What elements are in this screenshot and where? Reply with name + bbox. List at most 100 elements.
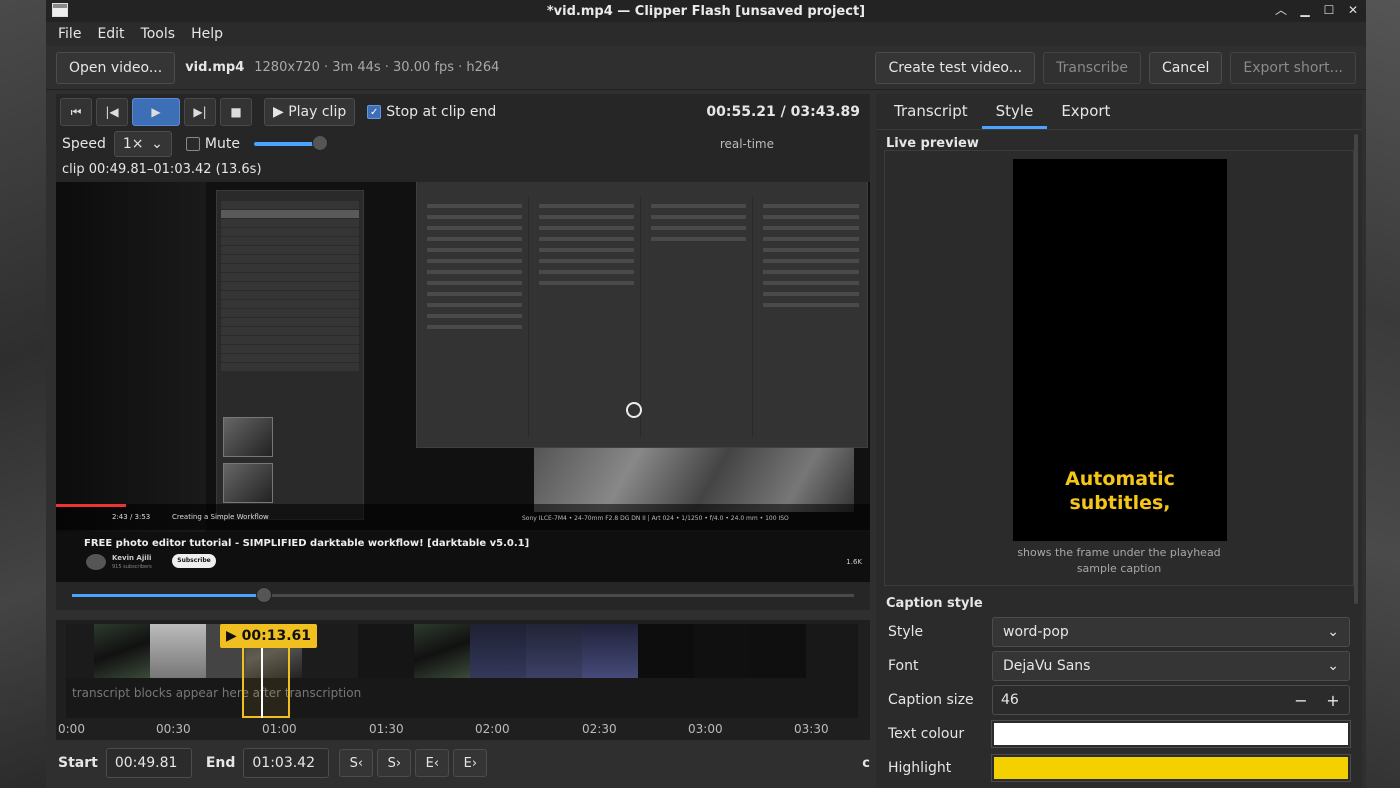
caption-style-title: Caption style xyxy=(886,596,983,611)
tick-label: 02:30 xyxy=(582,722,617,736)
open-video-button[interactable]: Open video... xyxy=(56,51,176,84)
end-nudge-forward-button[interactable]: E› xyxy=(453,749,488,777)
desktop-background-left xyxy=(0,0,46,788)
menu-help[interactable]: Help xyxy=(185,26,233,42)
menu-file[interactable]: File xyxy=(52,26,91,42)
highlight-colour-swatch[interactable] xyxy=(991,754,1351,782)
play-clip-button[interactable]: ▶ Play clip xyxy=(264,98,356,126)
preview-caption-line-2: subtitles, xyxy=(1069,492,1171,514)
collapse-icon[interactable]: ︿ xyxy=(1274,2,1288,18)
caption-size-row: Caption size 46 − + xyxy=(876,683,1362,717)
tab-style[interactable]: Style xyxy=(981,102,1048,129)
next-frame-icon: ▶| xyxy=(193,105,207,119)
video-embedded-info: FREE photo editor tutorial - SIMPLIFIED … xyxy=(56,532,870,582)
transport-bar: ⏮ |◀ ▶ ▶| ■ ▶ Play clip ✓ Stop at clip e… xyxy=(56,94,870,130)
volume-slider[interactable] xyxy=(253,135,328,151)
menu-edit[interactable]: Edit xyxy=(91,26,134,42)
chevron-down-icon: ⌄ xyxy=(1327,658,1339,674)
tab-transcript[interactable]: Transcript xyxy=(880,102,982,129)
end-time-field[interactable]: 01:03.42 xyxy=(243,748,330,778)
menu-bar: File Edit Tools Help xyxy=(46,22,1366,46)
next-frame-button[interactable]: ▶| xyxy=(184,98,216,126)
video-embedded-controls: 2:43 / 3:53 Creating a Simple Workflow S… xyxy=(56,504,870,530)
caption-size-spinner[interactable]: 46 − + xyxy=(992,685,1350,715)
stop-icon: ■ xyxy=(230,105,242,119)
text-colour-label: Text colour xyxy=(888,726,965,742)
video-thumbnail-2 xyxy=(223,463,273,503)
video-frame[interactable]: 2:43 / 3:53 Creating a Simple Workflow S… xyxy=(56,182,870,610)
player-pane: ⏮ |◀ ▶ ▶| ■ ▶ Play clip ✓ Stop at clip e… xyxy=(56,94,870,788)
file-meta: 1280x720 · 3m 44s · 30.00 fps · h264 xyxy=(254,60,500,75)
chevron-down-icon: ⌄ xyxy=(151,136,163,152)
side-panel-scrollbar[interactable] xyxy=(1354,134,1358,604)
style-label: Style xyxy=(888,624,924,640)
speed-select[interactable]: 1× ⌄ xyxy=(113,131,172,157)
maximize-icon[interactable]: ☐ xyxy=(1322,2,1336,18)
speed-row: Speed 1× ⌄ Mute real-time xyxy=(56,130,870,158)
stop-button[interactable]: ■ xyxy=(220,98,252,126)
video-embedded-title: FREE photo editor tutorial - SIMPLIFIED … xyxy=(84,538,530,549)
start-nudge-forward-button[interactable]: S› xyxy=(377,749,412,777)
end-nudge-back-button[interactable]: E‹ xyxy=(415,749,450,777)
font-row: Font DejaVu Sans ⌄ xyxy=(876,649,1362,683)
title-bar: *vid.mp4 — Clipper Flash [unsaved projec… xyxy=(46,0,1366,22)
end-label: End xyxy=(205,755,236,771)
desktop-background-right xyxy=(1366,0,1400,788)
preview-note-line-2: sample caption xyxy=(1076,562,1162,575)
live-preview: Automatic subtitles, shows the frame und… xyxy=(884,150,1354,586)
stop-at-clip-end-checkbox[interactable]: ✓ Stop at clip end xyxy=(367,104,496,120)
vertical-preview: Automatic subtitles, xyxy=(1013,159,1227,541)
video-photo-preview xyxy=(534,448,854,512)
transcribe-button[interactable]: Transcribe xyxy=(1043,51,1141,84)
video-embedded-subscribe: Subscribe xyxy=(172,554,216,568)
minus-icon[interactable]: − xyxy=(1285,691,1317,710)
video-embedded-likes: 1.6K xyxy=(846,558,862,566)
tab-export[interactable]: Export xyxy=(1047,102,1124,129)
cancel-button[interactable]: Cancel xyxy=(1148,51,1223,84)
main-toolbar: Open video... vid.mp4 1280x720 · 3m 44s … xyxy=(46,46,1366,90)
caption-size-value[interactable]: 46 xyxy=(1001,692,1285,708)
menu-tools[interactable]: Tools xyxy=(135,26,186,42)
font-value: DejaVu Sans xyxy=(1003,658,1091,674)
preview-caption-line-1: Automatic xyxy=(1065,468,1175,490)
font-select[interactable]: DejaVu Sans ⌄ xyxy=(992,651,1350,681)
play-button[interactable]: ▶ xyxy=(132,98,180,126)
style-select[interactable]: word-pop ⌄ xyxy=(992,617,1350,647)
transcript-track[interactable]: transcript blocks appear here after tran… xyxy=(66,678,858,718)
start-time-field[interactable]: 00:49.81 xyxy=(105,748,192,778)
start-label: Start xyxy=(58,755,98,771)
tick-label: 03:30 xyxy=(794,722,829,736)
minimize-icon[interactable]: ▁ xyxy=(1298,2,1312,18)
preview-caption: Automatic subtitles, xyxy=(1013,467,1227,515)
prev-frame-button[interactable]: |◀ xyxy=(96,98,128,126)
export-short-button[interactable]: Export short... xyxy=(1230,51,1356,84)
avatar xyxy=(86,554,106,570)
start-nudge-back-button[interactable]: S‹ xyxy=(339,749,374,777)
text-colour-swatch[interactable] xyxy=(991,720,1351,748)
jump-start-button[interactable]: ⏮ xyxy=(60,98,92,126)
side-tabs: Transcript Style Export xyxy=(876,94,1362,130)
create-test-video-button[interactable]: Create test video... xyxy=(875,51,1036,84)
caption-size-label: Caption size xyxy=(888,692,974,708)
close-icon[interactable]: ✕ xyxy=(1346,2,1360,18)
preview-note: shows the frame under the playhead sampl… xyxy=(885,545,1353,577)
realtime-indicator: real-time xyxy=(719,137,774,151)
tick-label: 03:00 xyxy=(688,722,723,736)
timeline[interactable]: transcript blocks appear here after tran… xyxy=(56,620,870,740)
volume-slider-handle[interactable] xyxy=(311,135,328,151)
playhead-label: ▶ 00:13.61 xyxy=(220,624,318,648)
scrub-bar[interactable] xyxy=(56,582,870,610)
timecode: 00:55.21 / 03:43.89 xyxy=(706,104,860,120)
speed-value: 1× xyxy=(122,136,144,152)
video-dark-panel xyxy=(56,182,206,532)
app-window: *vid.mp4 — Clipper Flash [unsaved projec… xyxy=(46,0,1366,788)
scrub-handle[interactable] xyxy=(256,587,272,603)
filmstrip[interactable] xyxy=(66,624,858,678)
checkbox-checked-icon: ✓ xyxy=(367,105,382,119)
video-embedded-channel: Kevin Ajili xyxy=(112,554,152,562)
preview-note-line-1: shows the frame under the playhead xyxy=(1017,546,1221,559)
mute-checkbox[interactable]: Mute xyxy=(185,136,240,152)
cut-off-label: c xyxy=(862,755,870,771)
video-embedded-chapter: Creating a Simple Workflow xyxy=(172,513,269,521)
plus-icon[interactable]: + xyxy=(1317,691,1349,710)
